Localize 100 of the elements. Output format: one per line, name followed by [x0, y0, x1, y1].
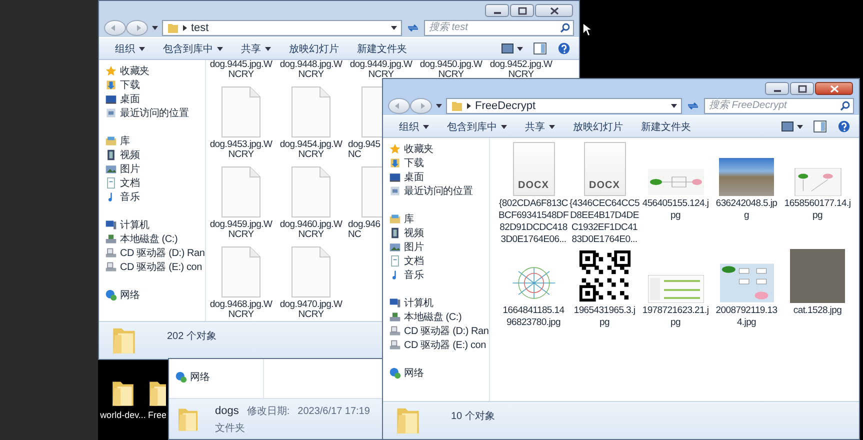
sidebar-item-label: 桌面 — [404, 170, 424, 184]
folder-icon — [167, 22, 179, 34]
help-icon[interactable] — [557, 42, 571, 55]
help-icon[interactable] — [837, 120, 851, 133]
file-name[interactable]: dog.9460.jpg.W NCRY — [280, 220, 342, 240]
sidebar-item[interactable]: 图片 — [99, 162, 205, 176]
sidebar-item[interactable]: 网络 — [383, 366, 489, 380]
file-name[interactable]: dog.9468.jpg.W NCRY — [210, 300, 272, 320]
sidebar-item[interactable]: CD 驱动器 (D:) Ran — [383, 324, 489, 338]
file-name[interactable]: 636242048.5.jp g — [716, 198, 778, 222]
sidebar-item-label: 下载 — [120, 78, 140, 92]
minimize-button[interactable] — [485, 4, 509, 17]
sidebar-item[interactable]: 库 — [383, 212, 489, 226]
sidebar-item[interactable]: 库 — [99, 134, 205, 148]
sidebar-item[interactable]: 图片 — [383, 240, 489, 254]
file-name[interactable]: 1658560177.14.j pg — [784, 198, 851, 222]
file-name[interactable]: dog.9448.jpg.W NCRY — [280, 60, 342, 80]
minimize-button[interactable] — [765, 82, 789, 95]
file-name[interactable]: 456405155.124.j pg — [642, 198, 709, 222]
maximize-button[interactable] — [510, 4, 534, 17]
folder-icon — [451, 100, 463, 112]
sidebar-item[interactable]: 最近访问的位置 — [99, 106, 205, 120]
sidebar-item-label: 视频 — [404, 226, 424, 240]
file-name[interactable]: dog.9459.jpg.W NCRY — [210, 220, 272, 240]
toolbar-button[interactable]: 新建文件夹 — [633, 118, 699, 136]
preview-pane-icon[interactable] — [813, 120, 827, 133]
toolbar-button[interactable]: 共享 — [517, 118, 563, 136]
video-icon — [105, 149, 117, 161]
sidebar-item[interactable]: 视频 — [99, 148, 205, 162]
photo-placeholder — [719, 158, 774, 196]
search-field[interactable]: 搜索 test — [424, 20, 574, 36]
address-bar[interactable]: test — [162, 20, 402, 36]
sidebar-item[interactable]: 收藏夹 — [383, 142, 489, 156]
file-name[interactable]: 2008792119.13 4.jpg — [716, 305, 778, 329]
sidebar-item[interactable]: 视频 — [383, 226, 489, 240]
sidebar-item[interactable]: 音乐 — [383, 268, 489, 282]
sidebar-item-label: 本地磁盘 (C:) — [404, 310, 462, 324]
sidebar-item[interactable]: CD 驱动器 (D:) Ran — [99, 246, 205, 260]
file-name[interactable]: dog.9445.jpg.W NCRY — [210, 60, 272, 80]
video-icon — [389, 227, 401, 239]
sidebar-item-label: 计算机 — [120, 218, 150, 232]
item-count: 10 个对象 — [451, 410, 495, 424]
search-field[interactable]: 搜索 FreeDecrypt — [704, 98, 854, 114]
blank-file-icon — [221, 86, 261, 138]
file-name[interactable]: dog.9452.jpg.W NCRY — [490, 60, 552, 80]
close-button[interactable] — [535, 4, 573, 17]
view-options-icon[interactable] — [501, 42, 523, 55]
sidebar-item[interactable]: CD 驱动器 (E:) con — [383, 338, 489, 352]
sidebar-item[interactable]: 文档 — [383, 254, 489, 268]
file-name[interactable]: dog.9454.jpg.W NCRY — [280, 140, 342, 160]
sidebar-item[interactable]: 下载 — [99, 78, 205, 92]
blank-file-icon — [221, 166, 261, 218]
toolbar-button[interactable]: 共享 — [233, 40, 279, 58]
sidebar-item[interactable]: 桌面 — [99, 92, 205, 106]
sidebar-item-label: 最近访问的位置 — [120, 106, 189, 120]
toolbar-button[interactable]: 组织 — [107, 40, 153, 58]
file-name[interactable]: 1664841185.14 96823780.jpg — [502, 305, 564, 329]
sidebar-item-label: 收藏夹 — [120, 64, 150, 78]
file-name[interactable]: dog.9449.jpg.W NCRY — [350, 60, 412, 80]
sidebar-item[interactable]: 计算机 — [99, 218, 205, 232]
close-button[interactable] — [815, 82, 853, 95]
sidebar-item-label: 图片 — [404, 240, 424, 254]
toolbar-button[interactable]: 组织 — [391, 118, 437, 136]
sidebar-item[interactable]: 网络 — [99, 288, 205, 302]
file-name[interactable]: {802CDA6F813C BCF69341548DF 82D91DCDC418 3D0E1764E06... — [498, 198, 569, 246]
view-options-icon[interactable] — [781, 120, 803, 133]
sidebar-item[interactable]: 计算机 — [383, 296, 489, 310]
sidebar-item-label: CD 驱动器 (E:) con — [120, 261, 202, 274]
sidebar-item[interactable]: 网络 — [169, 370, 263, 384]
sidebar-item[interactable]: 下载 — [383, 156, 489, 170]
sidebar-item[interactable]: 最近访问的位置 — [383, 184, 489, 198]
network-icon — [105, 289, 117, 301]
file-name[interactable]: 1965431965.3.j pg — [574, 305, 636, 329]
sidebar-item[interactable]: 音乐 — [99, 190, 205, 204]
file-name[interactable]: dog.945 NC — [346, 140, 380, 160]
file-name[interactable]: 1978721623.21.j pg — [642, 305, 709, 329]
toolbar-button[interactable]: 包含到库中 — [155, 40, 231, 58]
sidebar-item[interactable]: CD 驱动器 (E:) con — [99, 260, 205, 274]
sidebar-item-label: 文档 — [404, 254, 424, 268]
toolbar-button[interactable]: 放映幻灯片 — [565, 118, 631, 136]
file-name[interactable]: cat.1528.jpg — [793, 305, 842, 317]
file-name[interactable]: dog.9450.jpg.W NCRY — [420, 60, 482, 80]
toolbar-button[interactable]: 新建文件夹 — [349, 40, 415, 58]
cursor-icon — [582, 22, 592, 37]
preview-pane-icon[interactable] — [533, 42, 547, 55]
document-file-icon: DOCX — [584, 142, 626, 196]
sidebar-item[interactable]: 本地磁盘 (C:) — [383, 310, 489, 324]
file-name[interactable]: {4346CEC64CC5 D8EE4B17D4DE C1932EF1DC41 83D0E1764E0... — [569, 198, 640, 246]
maximize-button[interactable] — [790, 82, 814, 95]
toolbar-button[interactable]: 放映幻灯片 — [281, 40, 347, 58]
sidebar-item[interactable]: 收藏夹 — [99, 64, 205, 78]
sidebar-item[interactable]: 文档 — [99, 176, 205, 190]
sidebar-item[interactable]: 本地磁盘 (C:) — [99, 232, 205, 246]
file-name[interactable]: dog.9470.jpg.W NCRY — [280, 300, 342, 320]
address-bar[interactable]: FreeDecrypt — [446, 98, 682, 114]
toolbar-button[interactable]: 包含到库中 — [439, 118, 515, 136]
file-name[interactable]: dog.946 NC — [346, 220, 380, 240]
file-name[interactable]: dog.9453.jpg.W NCRY — [210, 140, 272, 160]
sidebar-item[interactable]: 桌面 — [383, 170, 489, 184]
desktop-icon[interactable]: world-dev... — [99, 378, 147, 420]
